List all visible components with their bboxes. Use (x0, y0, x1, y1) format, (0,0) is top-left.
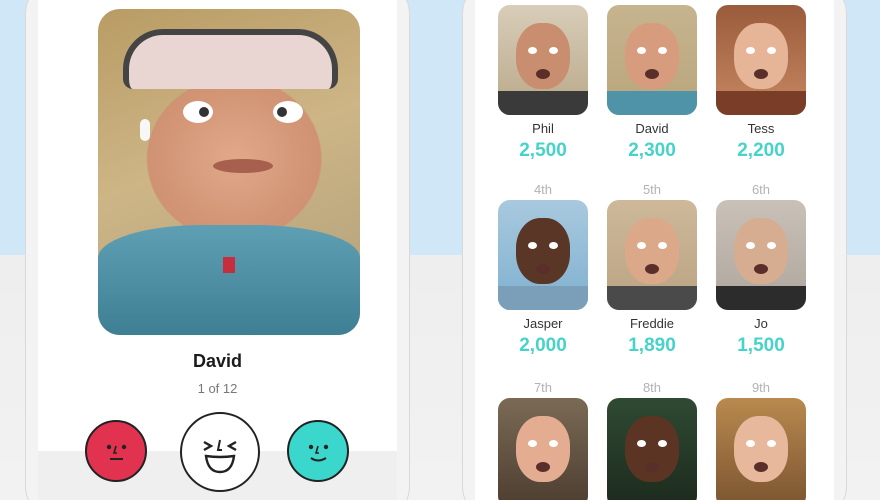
contestant-thumbnail (716, 5, 806, 115)
contestant-name: David (192, 351, 243, 371)
cap-shape (123, 29, 338, 89)
play-screen: David 1 of 12 (38, 0, 397, 451)
leaderboard-name: David (635, 121, 669, 136)
leaderboard-rank: 6th (751, 182, 771, 197)
slight-smile-face-icon (308, 444, 329, 462)
leaderboard-rank: 9th (751, 380, 771, 395)
leaderboard-entry[interactable]: 4th Jasper 2,000 (488, 182, 598, 357)
contestant-thumbnail (716, 398, 806, 500)
leaderboard-entry[interactable]: 9th (706, 380, 816, 500)
leaderboard-name: Freddie (629, 316, 675, 331)
leaderboard-rank: 5th (642, 182, 662, 197)
laughing-reaction-button[interactable] (180, 412, 260, 492)
leaderboard-entry[interactable]: Phil 2,500 (488, 0, 598, 162)
laughing-face-icon (203, 439, 237, 474)
contestant-thumbnail (607, 200, 697, 310)
contestant-thumbnail (498, 398, 588, 500)
smile-reaction-button[interactable] (287, 420, 349, 482)
leaderboard-score: 2,500 (519, 140, 567, 161)
unimpressed-reaction-button[interactable] (85, 420, 147, 482)
contestant-thumbnail (607, 398, 697, 500)
leaderboard-name: Phil (532, 121, 554, 136)
mouth-shape (213, 159, 273, 173)
leaderboard-entry[interactable]: 5th Freddie 1,890 (597, 182, 707, 357)
jacket-tag-shape (223, 257, 235, 273)
leaderboard-score: 1,890 (628, 335, 676, 356)
leaderboard-entry[interactable]: 6th Jo 1,500 (706, 182, 816, 357)
leaderboard-entry[interactable]: 7th (488, 380, 598, 500)
jacket-shape (98, 225, 360, 335)
contestant-photo (98, 9, 360, 335)
contestant-thumbnail (498, 200, 588, 310)
leaderboard-name: Tess (747, 121, 775, 136)
earbud-shape (140, 119, 150, 141)
leaderboard-rank: 8th (642, 380, 662, 395)
contestant-position: 1 of 12 (197, 381, 238, 396)
contestant-thumbnail (607, 5, 697, 115)
leaderboard-score: 2,200 (737, 140, 785, 161)
leaderboard-score: 2,000 (519, 335, 567, 356)
leaderboard-rank: 7th (533, 380, 553, 395)
leaderboard-entry[interactable]: 8th (597, 380, 707, 500)
contestant-thumbnail (716, 200, 806, 310)
leaderboard-score: 1,500 (737, 335, 785, 356)
leaderboard-rank: 4th (533, 182, 553, 197)
leaderboard-score: 2,300 (628, 140, 676, 161)
leaderboard-name: Jasper (523, 316, 563, 331)
neutral-face-icon (106, 444, 127, 460)
contestant-thumbnail (498, 5, 588, 115)
leaderboard-name: Jo (754, 316, 768, 331)
leaderboard-entry[interactable]: David 2,300 (597, 0, 707, 162)
eyes-shape (183, 101, 303, 127)
leaderboard-entry[interactable]: Tess 2,200 (706, 0, 816, 162)
